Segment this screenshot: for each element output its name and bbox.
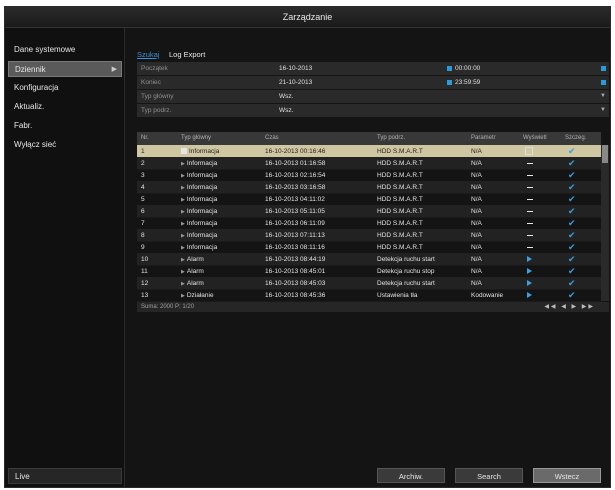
play-icon[interactable] xyxy=(527,256,532,262)
end-time-field[interactable]: 23:59:59 xyxy=(447,76,480,89)
arrow-icon: ▶ xyxy=(181,257,185,263)
row-number: 13 xyxy=(141,292,149,299)
filter-end: Koniec 21-10-2013 23:59:59 xyxy=(137,76,609,90)
dash-icon xyxy=(527,223,533,224)
end-time-value: 23:59:59 xyxy=(455,79,481,86)
row-minor-type: Ustawienia tła xyxy=(377,292,418,299)
management-window: Zarządzanie Dane systemowe Dziennik ▶ Ko… xyxy=(4,6,611,488)
major-type-text: Alarm xyxy=(186,268,204,275)
sidebar-item-factory[interactable]: Fabr. xyxy=(8,118,122,134)
arrow-icon: ▶ xyxy=(181,293,185,299)
major-type-select[interactable]: Wsz. xyxy=(279,90,293,103)
sidebar-item-system-info[interactable]: Dane systemowe xyxy=(8,42,122,58)
arrow-icon: ▶ xyxy=(181,221,185,227)
arrow-icon: ▶ xyxy=(181,245,185,251)
calendar-icon[interactable] xyxy=(601,80,606,85)
end-date-field[interactable]: 21-10-2013 xyxy=(279,76,312,89)
arrow-icon: ▶ xyxy=(181,281,185,287)
sidebar-item-configuration[interactable]: Konfiguracja xyxy=(8,80,122,96)
filter-label: Typ podrz. xyxy=(141,107,172,114)
start-date-field[interactable]: 16-10-2013 xyxy=(279,62,312,75)
start-time-field[interactable]: 00:00:00 xyxy=(447,62,480,75)
major-type-text: Informacja xyxy=(186,160,218,167)
start-time-value: 00:00:00 xyxy=(455,65,481,72)
play-box-icon[interactable] xyxy=(525,147,533,155)
info-icon xyxy=(181,148,187,155)
arrow-icon: ▶ xyxy=(181,185,185,191)
back-button[interactable]: Wstecz xyxy=(533,468,601,483)
major-type-text: Informacja xyxy=(186,208,218,215)
tab-log-export[interactable]: Log Export xyxy=(169,50,205,59)
arrow-icon: ▶ xyxy=(181,233,185,239)
filter-label: Początek xyxy=(141,65,168,72)
filter-major-type[interactable]: Typ główny Wsz. ▼ xyxy=(137,90,609,104)
arrow-icon: ▶ xyxy=(181,197,185,203)
main-panel: Szukaj Log Export Początek 16-10-2013 00… xyxy=(127,28,609,487)
details-check-icon[interactable]: ✔ xyxy=(568,289,576,302)
sidebar-item-label: Dziennik xyxy=(15,65,46,74)
major-type-text: Alarm xyxy=(186,256,204,263)
filter-start: Początek 16-10-2013 00:00:00 xyxy=(137,62,609,76)
major-type-text: Informacja xyxy=(186,196,218,203)
window-title: Zarządzanie xyxy=(5,7,610,28)
chevron-right-icon: ▶ xyxy=(111,66,117,73)
filter-label: Typ główny xyxy=(141,93,174,100)
pagination-controls[interactable]: ◀◀ ◀ ▶ ▶▶ xyxy=(544,302,595,312)
dash-icon xyxy=(527,175,533,176)
total-count: Suma: 2000 P: 1/20 xyxy=(141,304,195,310)
table-scrollbar[interactable] xyxy=(601,145,609,301)
major-type-text: Informacja xyxy=(186,232,218,239)
column-header: Szczeg. xyxy=(565,135,587,141)
major-type-text: Informacja xyxy=(186,244,218,251)
arrow-icon: ▶ xyxy=(181,161,185,167)
filter-label: Koniec xyxy=(141,79,161,86)
filter-minor-type[interactable]: Typ podrz. Wsz. ▼ xyxy=(137,104,609,118)
column-header: Czas xyxy=(265,135,279,141)
major-type-text: Alarm xyxy=(186,280,204,287)
row-time: 16-10-2013 08:45:36 xyxy=(265,292,326,299)
table-header: Nr. Typ główny Czas Typ podrz. Parametr … xyxy=(137,132,601,145)
major-type-text: Informacja xyxy=(186,172,218,179)
play-icon[interactable] xyxy=(527,268,532,274)
major-type-text: Działanie xyxy=(186,292,214,299)
column-header: Wyświetl xyxy=(523,135,547,141)
dash-icon xyxy=(527,187,533,188)
sidebar-item-network-off[interactable]: Wyłącz sieć xyxy=(8,137,122,153)
major-type-text: Informacja xyxy=(189,148,220,155)
sidebar-item-log[interactable]: Dziennik ▶ xyxy=(8,61,122,77)
column-header: Typ główny xyxy=(181,135,212,141)
archive-button[interactable]: Archiw. xyxy=(377,468,445,483)
arrow-icon: ▶ xyxy=(181,269,185,275)
clock-icon xyxy=(447,65,452,71)
sidebar-item-update[interactable]: Aktualiz. xyxy=(8,99,122,115)
calendar-icon[interactable] xyxy=(601,66,606,71)
major-type-text: Informacja xyxy=(186,184,218,191)
table-row[interactable]: 13 ▶ Działanie 16-10-2013 08:45:36 Ustawieni… xyxy=(137,289,601,302)
dash-icon xyxy=(527,211,533,212)
scrollbar-thumb[interactable] xyxy=(602,145,608,163)
dash-icon xyxy=(527,163,533,164)
live-button[interactable]: Live xyxy=(8,468,122,484)
major-type-text: Informacja xyxy=(186,220,218,227)
dash-icon xyxy=(527,199,533,200)
row-parameter: Kodowanie xyxy=(471,292,504,299)
row-major-type: ▶ Działanie xyxy=(181,289,214,303)
tab-search[interactable]: Szukaj xyxy=(137,50,160,59)
minor-type-select[interactable]: Wsz. xyxy=(279,104,293,117)
arrow-icon: ▶ xyxy=(181,209,185,215)
arrow-icon: ▶ xyxy=(181,173,185,179)
play-icon[interactable] xyxy=(527,292,532,298)
chevron-down-icon: ▼ xyxy=(600,107,606,113)
dash-icon xyxy=(527,247,533,248)
play-icon[interactable] xyxy=(527,280,532,286)
column-header: Typ podrz. xyxy=(377,135,406,141)
search-button[interactable]: Search xyxy=(455,468,523,483)
column-header: Parametr xyxy=(471,135,496,141)
sidebar: Dane systemowe Dziennik ▶ Konfiguracja A… xyxy=(5,28,125,487)
table-footer: Suma: 2000 P: 1/20 ◀◀ ◀ ▶ ▶▶ xyxy=(137,302,609,312)
chevron-down-icon: ▼ xyxy=(600,93,606,99)
dash-icon xyxy=(527,235,533,236)
clock-icon xyxy=(447,79,452,85)
column-header: Nr. xyxy=(141,135,149,141)
